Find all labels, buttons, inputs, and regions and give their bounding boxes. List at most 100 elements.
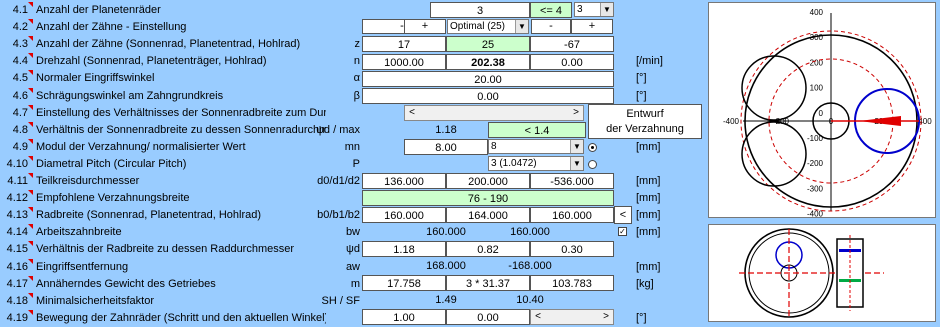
width-planet[interactable]: 164.000 bbox=[446, 207, 530, 223]
chevron-left-icon[interactable]: < bbox=[531, 310, 545, 324]
pressure-angle[interactable]: 20.00 bbox=[362, 71, 614, 87]
comment-marker-icon bbox=[28, 36, 33, 42]
comment-marker-icon bbox=[28, 104, 33, 110]
chevron-left-icon[interactable]: < bbox=[405, 106, 419, 120]
row-number: 4.5 bbox=[12, 72, 28, 85]
gear-plot: -400-2000200400 4003002001000-100-200-30… bbox=[723, 8, 932, 219]
safety-sf: 10.40 bbox=[516, 294, 544, 306]
chevron-down-icon: ▼ bbox=[570, 157, 583, 170]
row-label: Anzahl der Zähne - Einstellung bbox=[36, 21, 187, 34]
row-symbol: α bbox=[353, 72, 360, 85]
ratio-ring: 0.30 bbox=[530, 241, 614, 257]
width-ratio-scrollbar[interactable]: < > bbox=[404, 105, 584, 121]
width-ring[interactable]: 160.000 bbox=[530, 207, 614, 223]
teeth-mode-select[interactable]: Optimal (25) ▼ bbox=[447, 19, 529, 34]
comment-marker-icon bbox=[28, 207, 33, 213]
module-radio[interactable] bbox=[588, 143, 597, 152]
teeth-ring: -67 bbox=[530, 36, 614, 52]
row-label: Bewegung der Zahnräder (Schritt und den … bbox=[36, 311, 326, 324]
pitch-radio[interactable] bbox=[588, 160, 597, 169]
row-unit: [/min] bbox=[636, 55, 663, 68]
row-number: 4.8 bbox=[12, 123, 28, 136]
comment-marker-icon bbox=[28, 173, 33, 178]
comment-marker-icon bbox=[28, 138, 33, 144]
pitch-select[interactable]: 3 (1.0472) ▼ bbox=[488, 156, 584, 171]
comment-marker-icon bbox=[28, 190, 33, 196]
work-width-2: 160.000 bbox=[510, 226, 550, 238]
gear-sideview bbox=[739, 228, 884, 318]
comment-marker-icon bbox=[28, 155, 33, 161]
work-width-1: 160.000 bbox=[426, 226, 466, 238]
row-number: 4.17 bbox=[6, 277, 28, 290]
teeth-plus-button[interactable]: + bbox=[404, 19, 446, 34]
row-label: Radbreite (Sonnenrad, Planetentrad, Hohl… bbox=[36, 209, 262, 222]
comment-marker-icon bbox=[28, 224, 33, 230]
comment-marker-icon bbox=[28, 70, 33, 76]
teeth-sun[interactable]: 17 bbox=[362, 36, 446, 52]
comment-marker-icon bbox=[28, 121, 33, 127]
gear-sideview-panel bbox=[708, 224, 936, 322]
gear-design-button[interactable]: Entwurf der Verzahnung bbox=[588, 104, 702, 139]
x-tick-label: 400 bbox=[918, 117, 932, 126]
comment-marker-icon bbox=[28, 309, 33, 315]
speed-ring[interactable]: 0.00 bbox=[530, 54, 614, 70]
planet-count-value[interactable]: 3 bbox=[430, 2, 530, 18]
ratio-sun: 1.18 bbox=[362, 241, 446, 257]
row-symbol: b0/b1/b2 bbox=[317, 209, 360, 222]
comment-marker-icon bbox=[28, 241, 33, 247]
y-tick-label: -200 bbox=[807, 159, 824, 168]
speed-sun[interactable]: 1000.00 bbox=[362, 54, 446, 70]
row-label: Drehzahl (Sonnenrad, Planetenträger, Hoh… bbox=[36, 55, 267, 68]
row-label: Verhältnis der Radbreite zu dessen Raddu… bbox=[36, 243, 295, 256]
row-number: 4.16 bbox=[6, 260, 28, 273]
row-number: 4.1 bbox=[12, 4, 28, 16]
row-label: Modul der Verzahnung/ normalisierter Wer… bbox=[36, 140, 246, 153]
teeth-planet: 25 bbox=[446, 36, 530, 52]
row-label: Diametral Pitch (Circular Pitch) bbox=[36, 157, 187, 170]
y-tick-label: 100 bbox=[810, 84, 824, 93]
row-symbol: z bbox=[354, 38, 361, 51]
row-label: Anzahl der Zähne (Sonnenrad, Planetentra… bbox=[36, 38, 301, 51]
row-number: 4.19 bbox=[6, 311, 28, 324]
row-number: 4.6 bbox=[12, 89, 28, 102]
param-row: 4.10 Diametral Pitch (Circular Pitch) P bbox=[0, 155, 710, 173]
row-unit: [°] bbox=[636, 311, 647, 324]
helix-angle[interactable]: 0.00 bbox=[362, 88, 614, 104]
center-distance-2: -168.000 bbox=[508, 260, 552, 272]
row-number: 4.18 bbox=[6, 294, 28, 307]
chevron-right-icon[interactable]: > bbox=[599, 310, 613, 324]
row-symbol: m bbox=[350, 277, 360, 290]
rotation-scrollbar[interactable]: < > bbox=[530, 309, 614, 325]
row-symbol: n bbox=[353, 55, 360, 68]
row-number: 4.11 bbox=[7, 175, 28, 187]
comment-marker-icon bbox=[28, 19, 33, 25]
row-number: 4.13 bbox=[6, 209, 28, 222]
row-unit: [°] bbox=[636, 89, 647, 102]
width-copy-button[interactable]: < bbox=[614, 206, 632, 224]
comment-marker-icon bbox=[28, 258, 33, 264]
y-tick-label: 400 bbox=[810, 8, 824, 17]
teeth-plus-button-2[interactable]: + bbox=[571, 19, 613, 34]
rotation-step[interactable]: 1.00 bbox=[362, 309, 446, 325]
row-symbol: P bbox=[352, 157, 360, 170]
module-select[interactable]: 8 ▼ bbox=[488, 139, 584, 154]
y-tick-label: -400 bbox=[807, 210, 824, 217]
chevron-right-icon[interactable]: > bbox=[569, 106, 583, 120]
module-value[interactable]: 8.00 bbox=[404, 139, 488, 155]
row-unit: [mm] bbox=[636, 260, 661, 273]
width-sun[interactable]: 160.000 bbox=[362, 207, 446, 223]
chevron-down-icon: ▼ bbox=[515, 20, 528, 33]
rotation-angle[interactable]: 0.00 bbox=[446, 309, 530, 325]
row-label: Empfohlene Verzahnungsbreite bbox=[36, 192, 190, 205]
work-width-checkbox[interactable]: ✓ bbox=[618, 227, 627, 236]
planet-count-select[interactable]: 3 ▼ bbox=[574, 2, 614, 17]
teeth-minus-button-2[interactable]: - bbox=[531, 19, 571, 34]
row-label: Schrägungswinkel am Zahngrundkreis bbox=[36, 89, 224, 102]
comment-marker-icon bbox=[28, 53, 33, 59]
row-unit: [mm] bbox=[636, 209, 661, 222]
ratio-planet: 0.82 bbox=[446, 241, 530, 257]
row-number: 4.12 bbox=[6, 192, 28, 205]
chevron-down-icon: ▼ bbox=[600, 3, 613, 16]
row-label: Eingriffsentfernung bbox=[36, 260, 129, 273]
weight-sun: 17.758 bbox=[362, 275, 446, 291]
